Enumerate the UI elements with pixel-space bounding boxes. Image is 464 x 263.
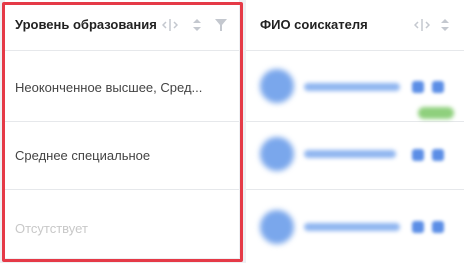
table-row[interactable]: Среднее специальное	[5, 122, 239, 190]
table-row[interactable]: Неоконченное высшее, Сред...	[5, 51, 239, 122]
education-cell: Среднее специальное	[15, 148, 151, 163]
filter-icon[interactable]	[215, 19, 227, 31]
fio-column: ФИО соискателя	[246, 0, 464, 263]
status-badge	[418, 107, 454, 119]
avatar	[260, 137, 294, 171]
fio-column-title: ФИО соискателя	[260, 17, 368, 32]
table-row[interactable]	[246, 51, 464, 122]
edit-icon[interactable]	[412, 149, 424, 161]
table-row[interactable]	[246, 122, 464, 190]
education-cell: Отсутствует	[15, 221, 88, 236]
education-column-header[interactable]: Уровень образования	[5, 0, 239, 51]
fio-column-header[interactable]: ФИО соискателя	[246, 0, 464, 51]
resize-icon[interactable]	[162, 19, 178, 31]
avatar	[260, 210, 294, 244]
education-cell: Неоконченное высшее, Сред...	[15, 80, 203, 95]
edit-icon[interactable]	[412, 81, 424, 93]
candidate-name-blurred[interactable]	[304, 83, 400, 91]
resize-icon[interactable]	[414, 19, 430, 31]
avatar	[260, 69, 294, 103]
table-row[interactable]	[246, 190, 464, 263]
candidate-name-blurred[interactable]	[304, 223, 400, 231]
open-link-icon[interactable]	[432, 221, 444, 233]
candidate-name-blurred[interactable]	[304, 150, 396, 158]
sort-icon[interactable]	[440, 18, 450, 32]
open-link-icon[interactable]	[432, 81, 444, 93]
education-column-title: Уровень образования	[15, 17, 157, 32]
education-column: Уровень образования Неоконченное высшее,…	[5, 0, 239, 258]
table-row[interactable]: Отсутствует	[5, 190, 239, 258]
sort-icon[interactable]	[192, 18, 202, 32]
open-link-icon[interactable]	[432, 149, 444, 161]
edit-icon[interactable]	[412, 221, 424, 233]
